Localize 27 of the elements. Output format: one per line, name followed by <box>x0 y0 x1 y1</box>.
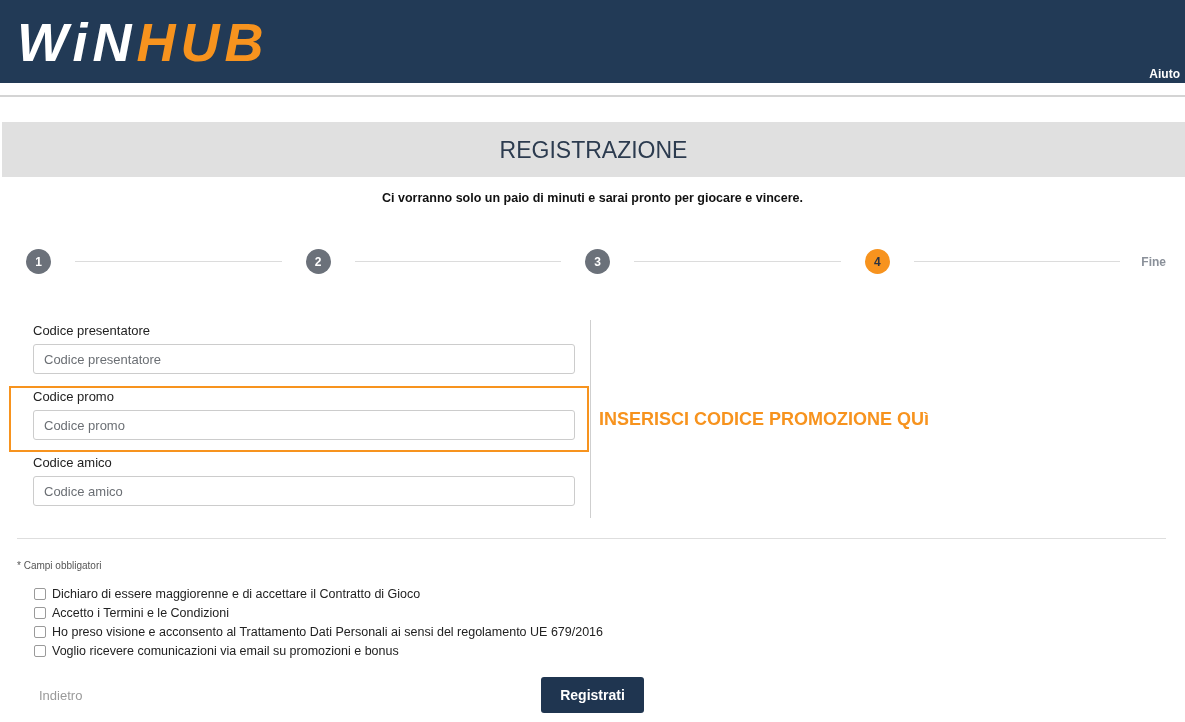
field-label: Codice promo <box>33 388 114 406</box>
annotation-text: INSERISCI CODICE PROMOZIONE QUì <box>599 408 930 430</box>
checkbox[interactable] <box>34 587 46 600</box>
step-circle: 2 <box>305 249 331 274</box>
step-circle: 4 <box>864 249 890 274</box>
checkbox[interactable] <box>34 644 46 657</box>
field-label: Codice presentatore <box>33 322 151 340</box>
step-label: Fine <box>1141 254 1166 269</box>
subtitle: Ci vorranno solo un paio di minuti e sarai pronto per giocare e vincere. <box>382 190 803 207</box>
checkbox-label[interactable]: Voglio ricevere comunicazioni via email su promozioni e bonus <box>52 642 399 659</box>
checkbox-label[interactable]: Dichiaro di essere maggiorenne e di accettare il Contratto di Gioco <box>52 585 421 602</box>
checkbox[interactable] <box>34 606 46 619</box>
field-label: Codice amico <box>33 454 112 472</box>
step-circle: 1 <box>26 249 51 274</box>
input-field[interactable]: Codice presentatore <box>33 344 575 374</box>
checkbox[interactable] <box>34 625 46 638</box>
required-note: * Campi obbligatori <box>17 560 102 572</box>
page-title: REGISTRAZIONE <box>499 135 688 164</box>
logo-text: WiN <box>17 11 137 72</box>
input-field[interactable]: Codice promo <box>33 410 575 440</box>
logo-text: HUB <box>136 11 269 72</box>
checkbox-label[interactable]: Accetto i Termini e le Condizioni <box>52 604 229 621</box>
register-button[interactable]: Registrati <box>541 677 644 713</box>
input-field[interactable]: Codice amico <box>33 476 575 506</box>
step-circle: 3 <box>585 249 611 274</box>
help-link[interactable]: Aiuto <box>1149 67 1180 81</box>
checkbox-label[interactable]: Ho preso visione e acconsento al Trattamento Dati Personali ai sensi del regolamento UE 679/2016 <box>52 623 603 640</box>
